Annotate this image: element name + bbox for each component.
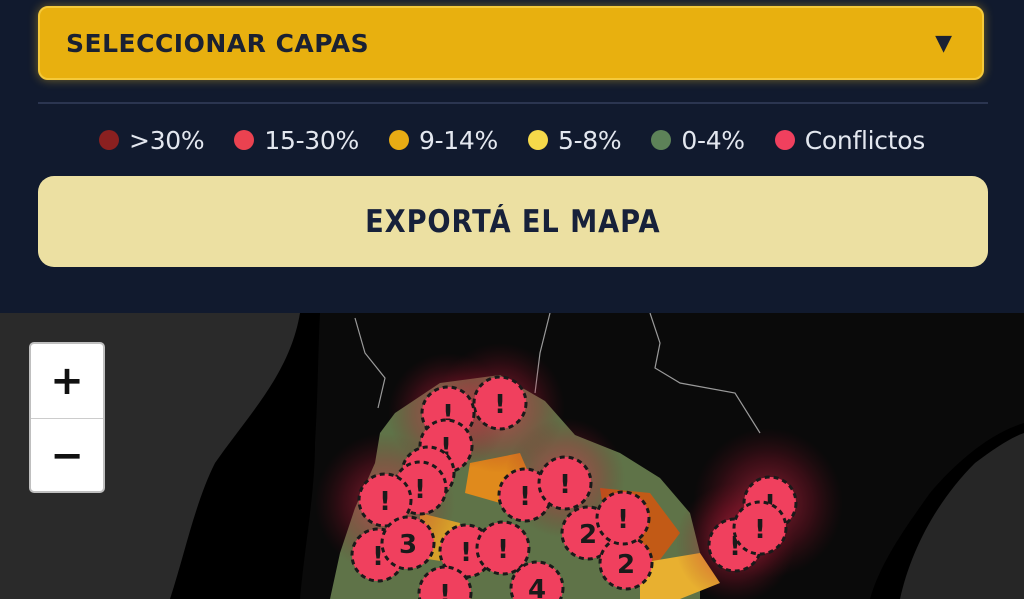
conflict-marker[interactable]: 4 <box>509 560 565 599</box>
marker-label: ! <box>379 487 391 517</box>
marker-label: ! <box>439 580 451 599</box>
marker-label: ! <box>372 542 384 572</box>
legend-dot-icon <box>99 130 120 150</box>
marker-label: ! <box>519 482 531 512</box>
zoom-out-button[interactable]: − <box>31 419 103 491</box>
map-legend: >30% 15-30% 9-14% 5-8% 0-4% Conflictos <box>0 118 1024 162</box>
marker-label: ! <box>497 535 509 565</box>
marker-label: 2 <box>579 520 597 550</box>
legend-item-conflictos: Conflictos <box>774 125 925 155</box>
legend-label: >30% <box>129 125 205 155</box>
marker-label: 4 <box>528 575 546 599</box>
marker-label: ! <box>754 515 766 545</box>
conflict-marker[interactable]: 3 <box>380 515 436 571</box>
legend-item-5-8: 5-8% <box>527 125 622 155</box>
zoom-control: + − <box>29 342 105 493</box>
legend-dot-icon <box>651 130 672 150</box>
marker-label: 3 <box>399 530 417 560</box>
conflict-marker[interactable]: ! <box>472 375 528 431</box>
legend-item-over-30: >30% <box>99 125 205 155</box>
legend-item-0-4: 0-4% <box>651 125 745 155</box>
marker-label: ! <box>494 390 506 420</box>
export-map-button[interactable]: EXPORTÁ EL MAPA <box>38 176 988 267</box>
layer-select-label: SELECCIONAR CAPAS <box>66 28 370 58</box>
legend-label: 15-30% <box>264 125 359 155</box>
conflict-marker[interactable]: ! <box>537 455 593 511</box>
marker-label: ! <box>559 470 571 500</box>
marker-label: ! <box>617 505 629 535</box>
map-view[interactable]: !!!!!!!3!!!!22!4!!!! + − <box>0 313 1024 599</box>
conflict-marker[interactable]: ! <box>475 520 531 576</box>
legend-dot-icon <box>388 130 409 150</box>
control-panel: SELECCIONAR CAPAS ▼ >30% 15-30% 9-14% 5-… <box>0 0 1024 313</box>
marker-label: 2 <box>617 550 635 580</box>
legend-dot-icon <box>234 130 255 150</box>
conflict-markers: !!!!!!!3!!!!22!4!!!! <box>350 375 798 599</box>
legend-dot-icon <box>774 130 795 150</box>
legend-item-9-14: 9-14% <box>388 125 498 155</box>
conflict-marker[interactable]: ! <box>595 490 651 546</box>
conflict-marker[interactable]: ! <box>732 500 788 556</box>
legend-dot-icon <box>527 130 548 150</box>
marker-label: ! <box>460 538 472 568</box>
legend-label: 9-14% <box>418 125 498 155</box>
export-map-label: EXPORTÁ EL MAPA <box>365 203 661 240</box>
legend-label: 5-8% <box>557 125 622 155</box>
marker-label: ! <box>414 475 426 505</box>
legend-label: Conflictos <box>804 125 925 155</box>
chevron-down-icon: ▼ <box>935 30 952 56</box>
legend-label: 0-4% <box>681 125 745 155</box>
layer-select-dropdown[interactable]: SELECCIONAR CAPAS ▼ <box>38 6 984 80</box>
zoom-in-button[interactable]: + <box>31 344 103 418</box>
divider <box>38 102 988 104</box>
legend-item-15-30: 15-30% <box>234 126 359 155</box>
